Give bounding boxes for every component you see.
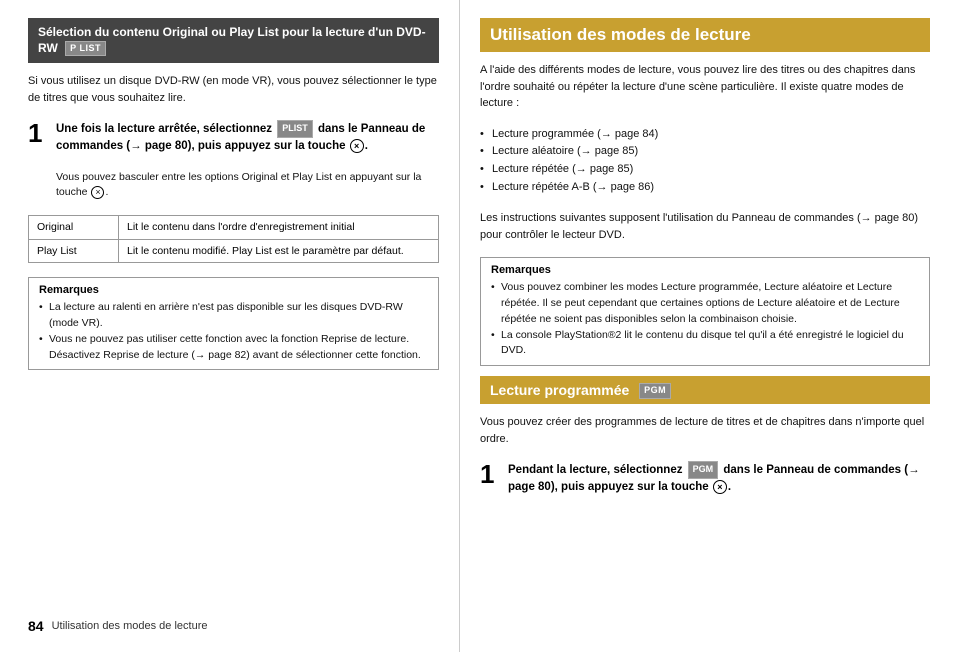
step1-number: 1 [28,120,48,146]
right-remark-2: La console PlayStation®2 lit le contenu … [491,328,919,360]
left-section-header: Sélection du contenu Original ou Play Li… [28,18,439,63]
left-column: Sélection du contenu Original ou Play Li… [0,0,460,652]
right-main-title: Utilisation des modes de lecture [480,18,930,52]
table-cell-desc-2: Lit le contenu modifié. Play List est le… [119,239,439,263]
bullet-item-2: Lecture aléatoire (→ page 85) [480,143,930,161]
sub-step1-number: 1 [480,461,500,487]
sub-step1: 1 Pendant la lecture, sélectionnez PGM d… [480,461,930,496]
left-remark-1: La lecture au ralenti en arrière n'est p… [39,300,428,332]
bullet-item-3: Lecture répétée (→ page 85) [480,161,930,179]
left-remarks-list: La lecture au ralenti en arrière n'est p… [39,300,428,363]
sub-section-intro: Vous pouvez créer des programmes de lect… [480,414,930,447]
plist-badge: P LIST [65,41,106,57]
sub-section-header: Lecture programmée PGM [480,376,930,404]
page-footer: 84 Utilisation des modes de lecture [28,618,439,634]
page-label: Utilisation des modes de lecture [52,620,208,632]
table-cell-desc-1: Lit le contenu dans l'ordre d'enregistre… [119,216,439,240]
right-remarks-title: Remarques [491,264,919,276]
circle-x-icon: × [350,139,364,153]
step1-sub-text: Vous pouvez basculer entre les options O… [56,170,439,202]
circle-x-icon-3: × [713,480,727,494]
sub-section-title: Lecture programmée [490,382,629,398]
circle-x-icon-2: × [91,186,104,199]
left-remarks-box: Remarques La lecture au ralenti en arriè… [28,277,439,370]
table-cell-label-2: Play List [29,239,119,263]
pgm-badge-inline: PGM [688,461,719,479]
right-remarks-list: Vous pouvez combiner les modes Lecture p… [491,280,919,359]
left-remark-2: Vous ne pouvez pas utiliser cette foncti… [39,332,428,364]
table-row: Original Lit le contenu dans l'ordre d'e… [29,216,439,240]
right-remarks-box: Remarques Vous pouvez combiner les modes… [480,257,930,366]
table-row: Play List Lit le contenu modifié. Play L… [29,239,439,263]
right-bullet-list: Lecture programmée (→ page 84) Lecture a… [480,126,930,196]
left-step1: 1 Une fois la lecture arrêtée, sélection… [28,120,439,155]
right-remark-1: Vous pouvez combiner les modes Lecture p… [491,280,919,327]
left-intro-text: Si vous utilisez un disque DVD-RW (en mo… [28,73,439,106]
left-remarks-title: Remarques [39,284,428,296]
right-intro-text: A l'aide des différents modes de lecture… [480,62,930,112]
pgm-badge: PGM [639,383,671,399]
table-cell-label-1: Original [29,216,119,240]
page-number: 84 [28,618,44,634]
plist-badge-inline: PLIST [277,120,313,138]
bullet-item-1: Lecture programmée (→ page 84) [480,126,930,144]
right-column: Utilisation des modes de lecture A l'aid… [460,0,954,652]
sub-step1-text: Pendant la lecture, sélectionnez PGM dan… [508,461,930,496]
step1-text: Une fois la lecture arrêtée, sélectionne… [56,120,439,155]
content-table: Original Lit le contenu dans l'ordre d'e… [28,215,439,263]
bullet-item-4: Lecture répétée A-B (→ page 86) [480,179,930,197]
right-panel-text: Les instructions suivantes supposent l'u… [480,210,930,243]
